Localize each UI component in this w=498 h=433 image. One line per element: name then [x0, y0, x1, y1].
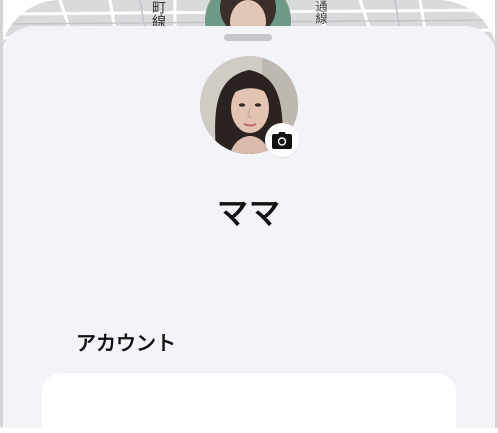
profile-name: ママ: [217, 196, 281, 232]
account-card[interactable]: [42, 373, 456, 433]
change-photo-button[interactable]: [265, 123, 299, 157]
camera-icon: [272, 131, 292, 149]
drag-handle[interactable]: [224, 34, 272, 41]
map-street-label: 町線: [150, 0, 166, 28]
screen-edge-left: [0, 0, 3, 428]
map-street-label: 通線: [314, 0, 328, 24]
account-section-title: アカウント: [76, 331, 176, 355]
